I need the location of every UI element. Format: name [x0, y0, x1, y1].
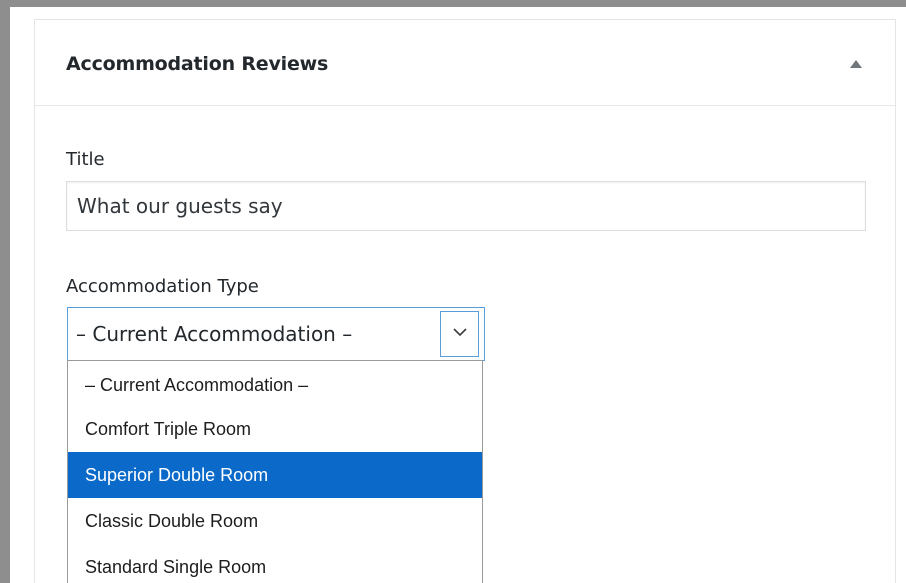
triangle-up-icon	[850, 60, 862, 68]
dropdown-option[interactable]: Comfort Triple Room	[68, 406, 482, 452]
widget-header[interactable]: Accommodation Reviews	[35, 20, 895, 106]
screenshot-frame: Accommodation Reviews Title Accommodatio…	[0, 0, 906, 583]
window-left-border	[0, 0, 10, 583]
title-input[interactable]	[66, 181, 866, 231]
accommodation-type-label: Accommodation Type	[66, 276, 259, 297]
accommodation-type-options: – Current Accommodation – Comfort Triple …	[67, 360, 483, 583]
window-top-border	[0, 0, 906, 7]
title-label: Title	[66, 149, 105, 170]
select-dropdown-button[interactable]	[440, 311, 479, 357]
accommodation-reviews-widget: Accommodation Reviews Title Accommodatio…	[34, 19, 896, 583]
chevron-down-icon	[453, 328, 467, 337]
dropdown-option[interactable]: Superior Double Room	[68, 452, 482, 498]
widget-title: Accommodation Reviews	[66, 53, 329, 75]
collapse-toggle-button[interactable]	[840, 50, 870, 80]
dropdown-option[interactable]: Standard Single Room	[68, 544, 482, 583]
select-current-value: – Current Accommodation –	[76, 322, 353, 346]
dropdown-option[interactable]: – Current Accommodation –	[68, 361, 482, 406]
accommodation-type-select[interactable]: – Current Accommodation –	[67, 307, 485, 361]
dropdown-option[interactable]: Classic Double Room	[68, 498, 482, 544]
